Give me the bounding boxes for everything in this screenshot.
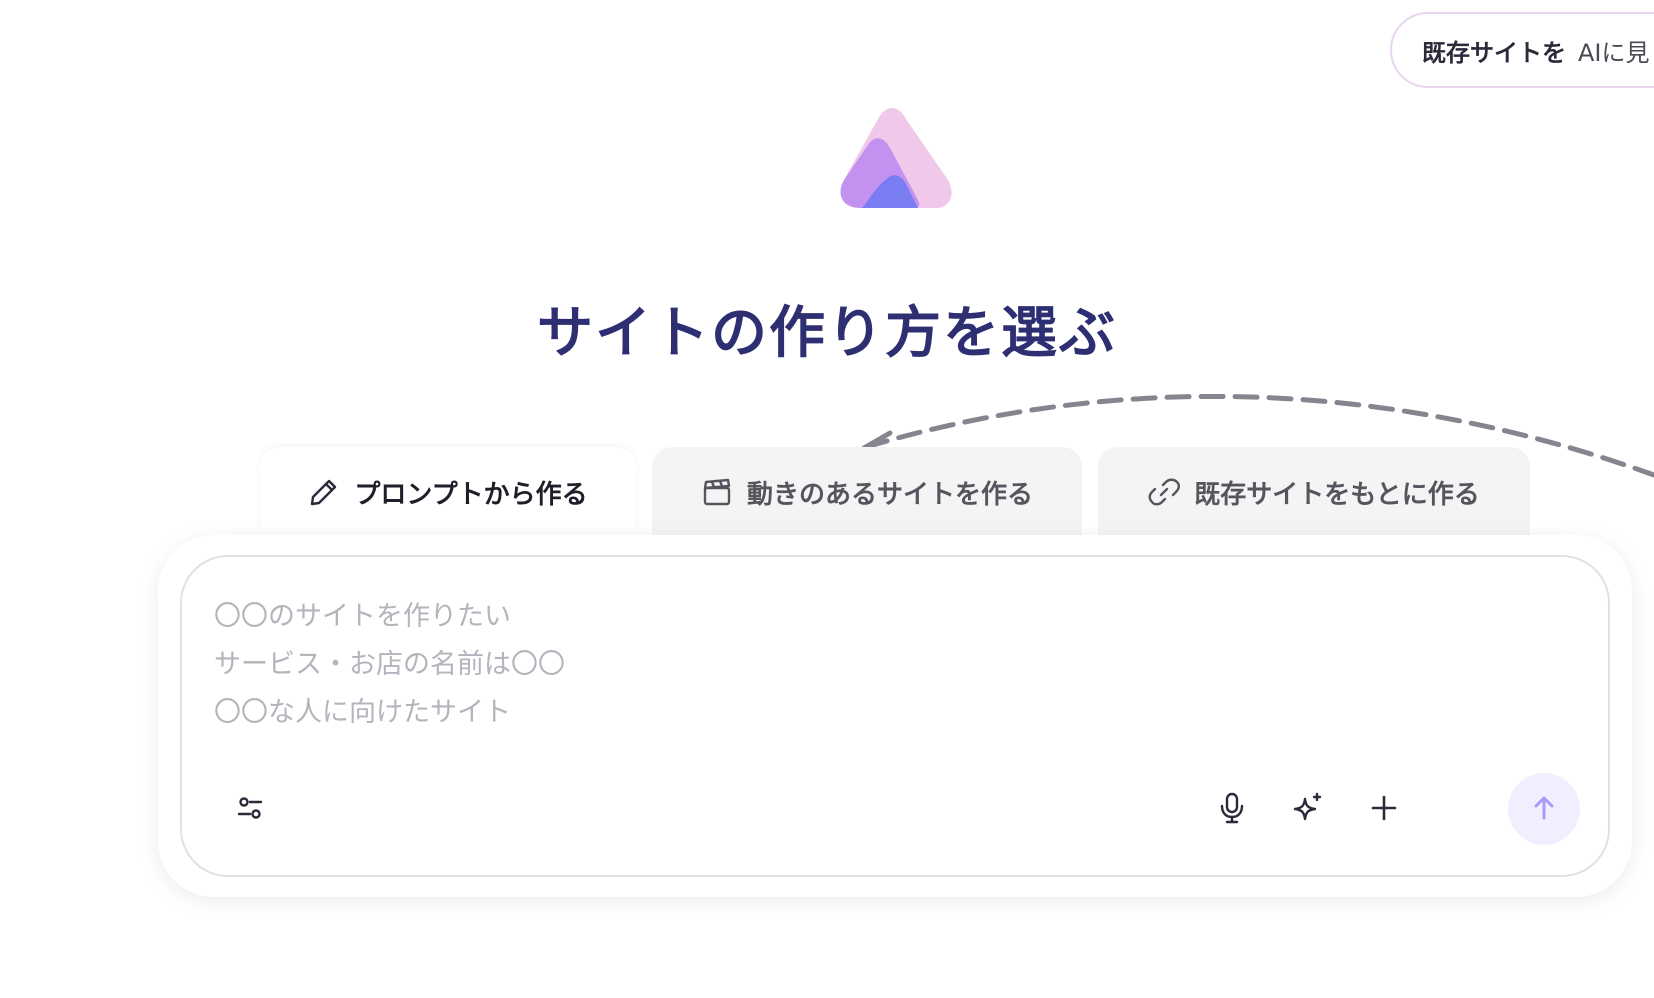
- tab-existing-site[interactable]: 既存サイトをもとに作る: [1098, 447, 1530, 537]
- pill-strong-text: 既存サイトを: [1422, 38, 1566, 67]
- clapperboard-icon: [701, 476, 733, 508]
- arrow-up-icon: [1529, 793, 1559, 826]
- tab-prompt-label: プロンプトから作る: [354, 479, 588, 510]
- send-button[interactable]: [1508, 773, 1580, 845]
- link-icon: [1148, 476, 1181, 508]
- ai-enhance-button[interactable]: [1276, 777, 1340, 841]
- tab-motion-site-label: 動きのあるサイトを作る: [746, 479, 1033, 510]
- plus-icon: [1369, 793, 1399, 826]
- tab-existing-site-label: 既存サイトをもとに作る: [1194, 479, 1480, 510]
- sliders-icon: [234, 792, 266, 827]
- composer-input-box: [180, 555, 1610, 877]
- prompt-input[interactable]: [214, 593, 1574, 743]
- sparkles-icon: [1291, 791, 1325, 828]
- page-title: サイトの作り方を選ぶ: [537, 301, 1117, 366]
- tab-motion-site[interactable]: 動きのあるサイトを作る: [652, 447, 1082, 537]
- pencil-icon: [308, 476, 340, 508]
- settings-button[interactable]: [218, 777, 282, 841]
- existing-site-ai-pill[interactable]: 既存サイトを AIに見: [1390, 12, 1654, 88]
- app-logo: [840, 108, 952, 208]
- pill-light-text: AIに見: [1578, 38, 1650, 67]
- microphone-icon: [1216, 791, 1248, 828]
- add-attachment-button[interactable]: [1352, 777, 1416, 841]
- microphone-button[interactable]: [1200, 777, 1264, 841]
- creation-method-tabs: プロンプトから作る 動きのあるサイトを作る 既存サイトをもとに作る: [260, 447, 1530, 537]
- tab-prompt[interactable]: プロンプトから作る: [260, 447, 636, 537]
